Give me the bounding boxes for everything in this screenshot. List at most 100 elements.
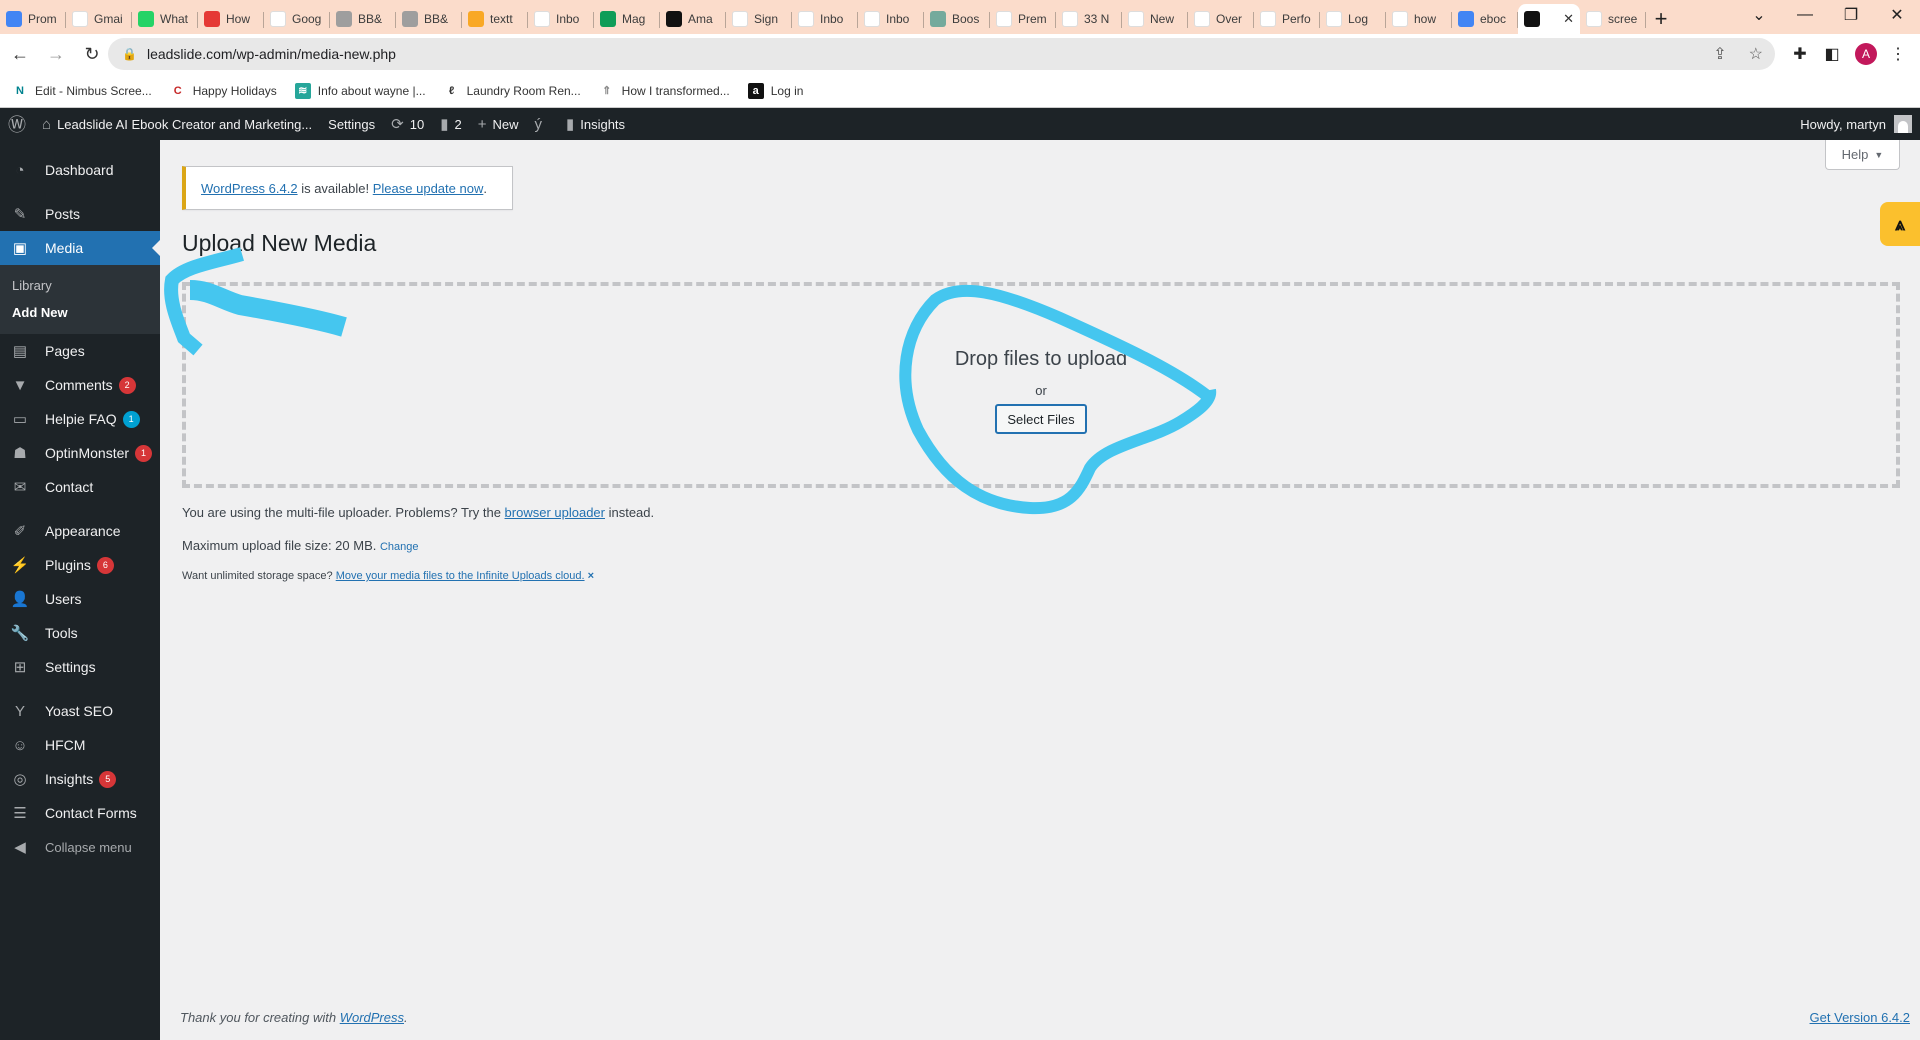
bookmark-item[interactable]: N Edit - Nimbus Scree... [12,83,152,99]
bookmark-star-icon[interactable]: ☆ [1749,44,1763,64]
browser-tab[interactable]: BB& [330,4,396,34]
sidebar-item-plugins[interactable]: ⚡ Plugins 6 [0,548,160,582]
extensions-icon[interactable]: ✚ [1786,40,1814,68]
sidebar-item-dashboard[interactable]: ◔ Dashboard [0,153,160,187]
sidebar-item-pages[interactable]: ▤ Pages [0,334,160,368]
user-account-menu[interactable]: Howdy, martyn [1800,108,1912,140]
browser-tab[interactable]: BB& [396,4,462,34]
browser-tab[interactable]: Prom [0,4,66,34]
wordpress-footer-link[interactable]: WordPress [340,1010,404,1025]
browser-tab[interactable]: Prem [990,4,1056,34]
wordpress-version-link[interactable]: WordPress 6.4.2 [201,181,298,196]
browser-tab[interactable]: Inbo [792,4,858,34]
browser-tab[interactable]: 33 N [1056,4,1122,34]
side-panel-icon[interactable]: ◧ [1818,40,1846,68]
sidebar-item-label: Contact Forms [45,805,137,821]
profile-button[interactable]: A [1852,40,1880,68]
minimize-icon[interactable]: — [1782,0,1828,30]
help-button[interactable]: Help ▼ [1825,140,1900,170]
url-text[interactable]: leadslide.com/wp-admin/media-new.php [147,46,396,62]
updates-link[interactable]: ⟳ 10 [383,108,432,140]
browser-tab[interactable]: textt [462,4,528,34]
forward-icon[interactable]: → [40,38,72,70]
tab-title: Inbo [820,12,844,26]
browser-tab[interactable]: Goog [264,4,330,34]
sidebar-item-yoast-seo[interactable]: Y Yoast SEO [0,694,160,728]
browser-tab[interactable]: Inbo [858,4,924,34]
comments-link[interactable]: ▮ 2 [432,108,470,140]
bookmark-item[interactable]: a Log in [747,82,803,99]
select-files-button[interactable]: Select Files [995,404,1087,434]
floating-widget-button[interactable]: ⩓ [1880,202,1920,246]
browser-tab[interactable]: Inbo [528,4,594,34]
browser-toolbar: ← → ↻ 🔒 leadslide.com/wp-admin/media-new… [0,34,1920,74]
sidebar-item-media[interactable]: ▣ Media [0,231,160,265]
google-icon [1392,11,1408,27]
browser-tab[interactable]: scree [1580,4,1646,34]
sidebar-item-contact[interactable]: ✉ Contact [0,470,160,504]
dismiss-promo-icon[interactable]: × [588,570,594,582]
new-content-link[interactable]: + New [470,108,527,140]
browser-tab[interactable]: Gmai [66,4,132,34]
bookmark-item[interactable]: ⇑ How I transformed... [599,83,730,99]
upload-dropzone[interactable]: Drop files to upload or Select Files [182,282,1900,488]
collapse-menu-button[interactable]: ◀ Collapse menu [0,830,160,864]
browser-uploader-link[interactable]: browser uploader [505,505,605,520]
browser-tab[interactable]: Mag [594,4,660,34]
new-tab-button[interactable]: + [1646,4,1676,34]
site-name-link[interactable]: ⌂ Leadslide AI Ebook Creator and Marketin… [34,108,320,140]
insights-link[interactable]: ▮ Insights [558,108,633,140]
menu-kebab-icon[interactable]: ⋮ [1884,40,1912,68]
bookmark-item[interactable]: C Happy Holidays [170,83,277,99]
chrome-gear-icon [336,11,352,27]
browser-tab[interactable]: What [132,4,198,34]
browser-tab[interactable]: Log [1320,4,1386,34]
sidebar-item-hfcm[interactable]: ☺ HFCM [0,728,160,762]
sidebar-item-settings[interactable]: ⊞ Settings [0,650,160,684]
bookmark-item[interactable]: ℓ Laundry Room Ren... [444,83,581,99]
chrome-icon [1128,11,1144,27]
sidebar-item-insights[interactable]: ◎ Insights 5 [0,762,160,796]
browser-tab[interactable]: ✕ [1518,4,1580,34]
sidebar-item-comments[interactable]: ▼ Comments 2 [0,368,160,402]
storage-promo: Want unlimited storage space? Move your … [182,570,595,582]
sidebar-item-label: Insights [45,771,94,787]
reload-icon[interactable]: ↻ [76,38,108,70]
change-size-link[interactable]: Change [380,541,419,553]
tab-title: Prem [1018,12,1047,26]
sidebar-item-tools[interactable]: 🔧 Tools [0,616,160,650]
browser-tab[interactable]: How [198,4,264,34]
browser-tab[interactable]: Sign [726,4,792,34]
browser-tab[interactable]: Boos [924,4,990,34]
tab-search-icon[interactable]: ⌄ [1736,0,1782,30]
browser-tab[interactable]: Ama [660,4,726,34]
bookmark-favicon-icon: a [747,82,764,99]
browser-tab[interactable]: how [1386,4,1452,34]
browser-tab[interactable]: New [1122,4,1188,34]
bookmark-item[interactable]: ≋ Info about wayne |... [294,82,426,99]
browser-tab[interactable]: Perfo [1254,4,1320,34]
google-docs-icon [6,11,22,27]
share-icon[interactable]: ⇪ [1713,44,1726,64]
sidebar-item-contact-forms[interactable]: ☰ Contact Forms [0,796,160,830]
sidebar-item-appearance[interactable]: ✐ Appearance [0,514,160,548]
sidebar-item-users[interactable]: 👤 Users [0,582,160,616]
close-window-icon[interactable]: ✕ [1874,0,1920,30]
infinite-uploads-link[interactable]: Move your media files to the Infinite Up… [336,570,585,582]
update-now-link[interactable]: Please update now [373,181,484,196]
back-icon[interactable]: ← [4,38,36,70]
sidebar-item-helpie-faq[interactable]: ▭ Helpie FAQ 1 [0,402,160,436]
settings-link[interactable]: Settings [320,108,383,140]
browser-tab[interactable]: Over [1188,4,1254,34]
yoast-link[interactable]: ý [526,108,550,140]
close-tab-icon[interactable]: ✕ [1563,11,1574,27]
submenu-item-library[interactable]: Library [0,272,160,299]
browser-tab[interactable]: eboc [1452,4,1518,34]
wp-logo-button[interactable]: Ⓦ [0,108,34,140]
sidebar-item-optinmonster[interactable]: ☗ OptinMonster 1 [0,436,160,470]
get-version-link[interactable]: Get Version 6.4.2 [1810,1010,1910,1025]
submenu-item-add-new[interactable]: Add New [0,299,160,326]
sidebar-item-posts[interactable]: ✎ Posts [0,197,160,231]
address-bar[interactable]: 🔒 leadslide.com/wp-admin/media-new.php ⇪… [108,38,1775,70]
restore-icon[interactable]: ❐ [1828,0,1874,30]
